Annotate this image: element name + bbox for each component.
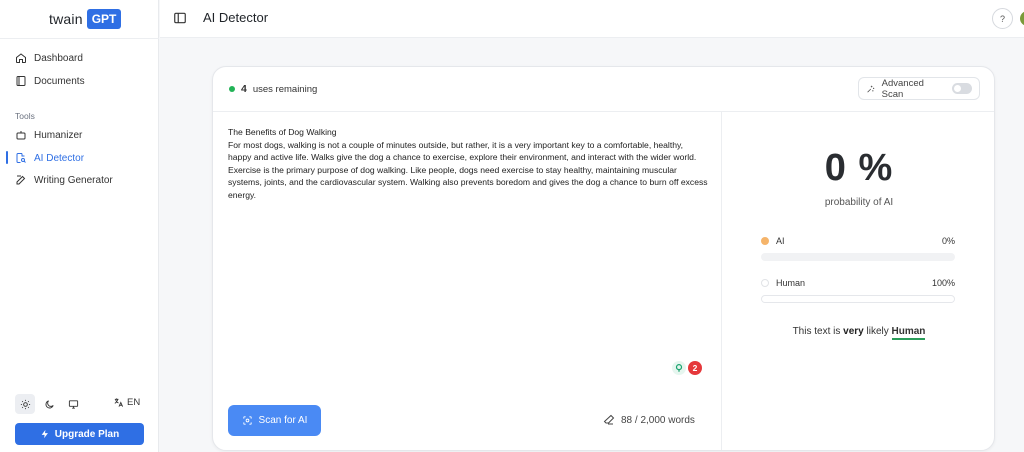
dark-mode-button[interactable] (39, 394, 59, 414)
word-count: 88 / 2,000 words (603, 414, 695, 426)
detector-card: 4 uses remaining Advanced Scan The Benef… (212, 66, 995, 451)
human-value: 100% (931, 278, 955, 288)
editor-line: The Benefits of Dog Walking (228, 127, 337, 137)
text-editor[interactable]: The Benefits of Dog Walking For most dog… (228, 126, 708, 201)
grammar-check-icon (672, 361, 686, 375)
ai-swatch (761, 237, 769, 245)
robot-icon (16, 131, 26, 140)
human-bar (761, 295, 955, 303)
advanced-scan-label: Advanced Scan (881, 77, 924, 100)
ai-label: AI (776, 236, 785, 246)
human-bar-fill (762, 296, 954, 302)
home-icon (16, 53, 26, 63)
human-row: Human 100% (761, 278, 955, 288)
sidebar-item-documents[interactable]: Documents (15, 72, 85, 90)
moon-icon (45, 399, 54, 408)
avatar[interactable] (1020, 11, 1024, 26)
document-search-icon (16, 153, 26, 163)
human-swatch (761, 279, 769, 287)
active-indicator (6, 151, 8, 164)
sun-icon (20, 399, 30, 409)
verdict-prefix: This text is (792, 326, 841, 337)
theme-switcher (15, 394, 83, 414)
sidebar-item-ai-detector[interactable]: AI Detector (15, 149, 84, 167)
advanced-scan-toggle[interactable]: Advanced Scan (858, 77, 980, 100)
system-mode-button[interactable] (63, 394, 83, 414)
advanced-scan-switch[interactable] (951, 83, 972, 94)
top-header: AI Detector ? (160, 0, 1024, 38)
lightning-icon (41, 429, 48, 439)
edit-icon (16, 175, 26, 185)
sidebar-item-dashboard[interactable]: Dashboard (15, 49, 83, 67)
scan-for-ai-button[interactable]: Scan for AI (228, 405, 321, 436)
language-label: EN (127, 397, 141, 408)
section-label-tools: Tools (15, 111, 35, 121)
ai-percentage-caption: probability of AI (824, 197, 894, 208)
sidebar-divider (0, 38, 159, 39)
eraser-icon[interactable] (603, 414, 615, 426)
translate-icon (114, 398, 124, 407)
verdict-result: Human (891, 326, 926, 340)
uses-remaining: 4 uses remaining (229, 83, 317, 95)
sidebar: twain GPT Dashboard Documents Tools Huma… (0, 0, 159, 452)
logo[interactable]: twain GPT (49, 9, 122, 29)
card-toolbar: 4 uses remaining Advanced Scan (213, 67, 994, 112)
human-label: Human (776, 278, 806, 288)
issue-count-badge: 2 (688, 361, 702, 375)
ai-row: AI 0% (761, 236, 955, 246)
grammar-badge[interactable]: 2 (672, 361, 702, 375)
logo-word: twain (49, 11, 83, 27)
verdict-strength: very (843, 326, 864, 337)
upgrade-label: Upgrade Plan (54, 428, 120, 440)
ai-percentage: 0 % (824, 147, 894, 189)
sidebar-item-humanizer[interactable]: Humanizer (15, 126, 82, 144)
page-title: AI Detector (203, 10, 269, 25)
book-icon (16, 76, 26, 86)
sparkles-icon (867, 85, 875, 92)
ai-value: 0% (941, 236, 955, 246)
sidebar-item-writing-generator[interactable]: Writing Generator (15, 171, 113, 189)
ai-bar (761, 253, 955, 261)
language-selector[interactable]: EN (113, 397, 140, 408)
logo-badge: GPT (86, 9, 122, 29)
status-dot (229, 86, 235, 92)
upgrade-plan-button[interactable]: Upgrade Plan (15, 423, 144, 445)
uses-count: 4 (241, 83, 247, 95)
sidebar-toggle-icon[interactable] (173, 11, 187, 25)
sidebar-item-label: AI Detector (34, 152, 85, 164)
light-mode-button[interactable] (15, 394, 35, 414)
editor-line: For most dogs, walking is not a couple o… (228, 139, 697, 163)
scan-icon (242, 416, 252, 425)
sidebar-item-label: Dashboard (34, 52, 83, 64)
monitor-icon (68, 399, 78, 409)
uses-text: uses remaining (252, 83, 318, 95)
sidebar-item-label: Humanizer (34, 129, 83, 141)
scan-label: Scan for AI (258, 415, 308, 426)
word-count-text: 88 / 2,000 words (621, 414, 695, 426)
verdict-likely: likely (866, 326, 889, 337)
help-button[interactable]: ? (992, 8, 1013, 29)
editor-line: Exercise is the primary purpose of dog w… (228, 164, 708, 200)
verdict: This text is very likely Human (722, 326, 994, 340)
sidebar-item-label: Documents (34, 75, 85, 87)
sidebar-item-label: Writing Generator (34, 174, 113, 186)
